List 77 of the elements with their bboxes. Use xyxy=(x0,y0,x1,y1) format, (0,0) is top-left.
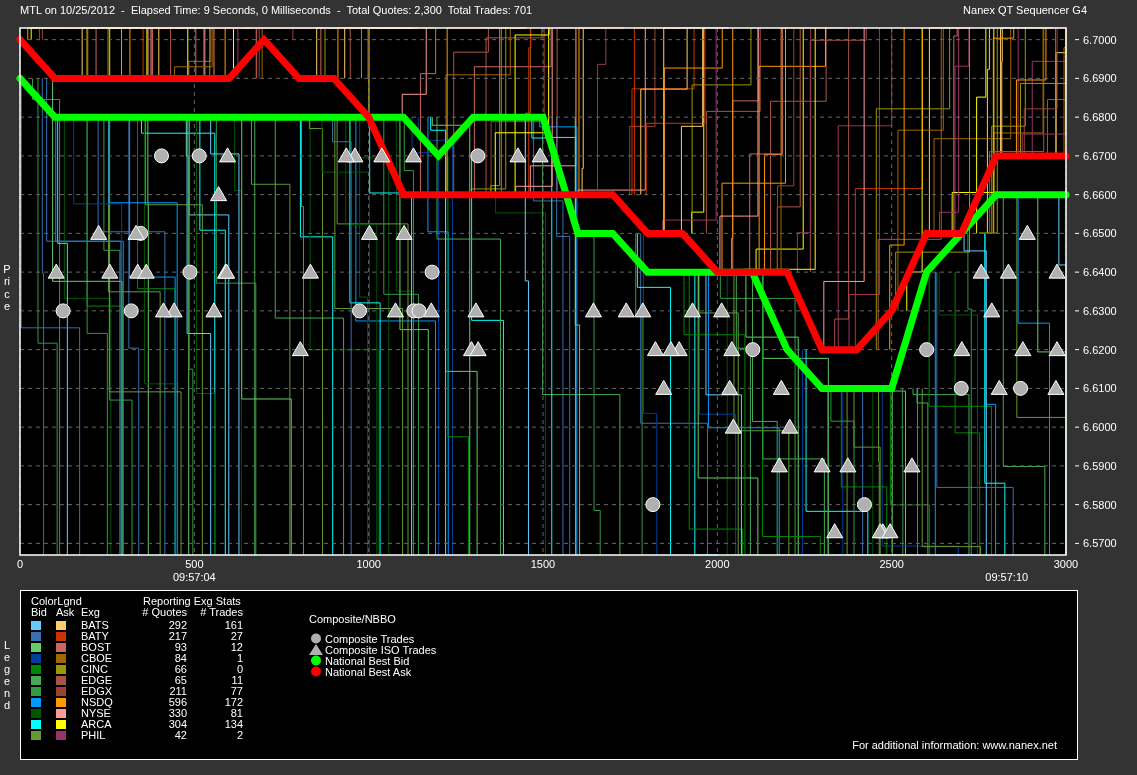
x-tick-label: 2500 xyxy=(879,558,904,570)
exchange-name: BATS xyxy=(81,620,110,631)
exchange-name: NSDQ xyxy=(81,697,114,708)
x-tick-label: 500 xyxy=(185,558,204,570)
dot-icon xyxy=(309,666,323,677)
y-tick-label: 6.6800 xyxy=(1083,111,1117,124)
y-tick-label: 6.6700 xyxy=(1083,149,1117,162)
trade-count: 172 xyxy=(223,697,244,708)
symbol-label: Composite Trades xyxy=(325,632,415,645)
symbol-label: National Best Ask xyxy=(325,665,412,678)
trade-count: 2 xyxy=(235,730,244,741)
dot-icon xyxy=(309,655,323,666)
column-header: Exg xyxy=(81,607,101,618)
exchange-name: ARCA xyxy=(81,719,113,730)
column-header: # Trades xyxy=(200,607,244,618)
y-tick-label: 6.6200 xyxy=(1083,343,1117,356)
y-tick-label: 6.6900 xyxy=(1083,72,1117,85)
symbol-label: Composite ISO Trades xyxy=(325,643,437,656)
exchange-name: BOST xyxy=(81,642,112,653)
y-tick-label: 6.6600 xyxy=(1083,188,1117,201)
quote-count: 211 xyxy=(168,686,188,697)
y-tick-label: 6.6500 xyxy=(1083,227,1117,240)
column-header: # Quotes xyxy=(141,607,187,618)
exchange-name: PHIL xyxy=(81,730,107,741)
quote-count: 93 xyxy=(173,642,188,653)
quote-count: 304 xyxy=(167,719,188,730)
legend-heading: ColorLgnd xyxy=(31,596,83,607)
circle-icon xyxy=(309,633,323,644)
exchange-name: CINC xyxy=(81,664,109,675)
quote-count: 42 xyxy=(173,730,188,741)
y-tick-label: 6.6100 xyxy=(1083,382,1117,395)
exchange-name: CBOE xyxy=(81,653,114,664)
trade-count: 12 xyxy=(229,642,244,653)
quote-count: 292 xyxy=(167,620,188,631)
y-tick-label: 6.6000 xyxy=(1083,421,1117,434)
trade-count: 77 xyxy=(229,686,244,697)
exchange-name: NYSE xyxy=(81,708,111,719)
trade-count: 0 xyxy=(235,664,244,675)
y-tick-label: 6.7000 xyxy=(1083,33,1117,46)
quote-count: 66 xyxy=(173,664,188,675)
footer-text: For additional information: www.nanex.net xyxy=(852,739,1057,751)
y-tick-label: 6.6400 xyxy=(1083,266,1117,279)
legend-label: Legend xyxy=(2,637,12,714)
y-tick-label: 6.5900 xyxy=(1083,459,1117,472)
column-header: Bid xyxy=(31,607,47,618)
trade-count: 134 xyxy=(223,719,244,730)
trade-count: 11 xyxy=(230,675,244,686)
quote-count: 217 xyxy=(167,631,188,642)
y-tick-label: 6.5700 xyxy=(1083,537,1117,550)
y-tick-label: 6.6300 xyxy=(1083,304,1117,317)
trade-count: 27 xyxy=(229,631,244,642)
x-tick-label: 2000 xyxy=(705,558,730,570)
quote-count: 330 xyxy=(167,708,188,719)
exchange-name: EDGX xyxy=(81,686,114,697)
trade-count: 81 xyxy=(229,708,244,719)
trade-count: 161 xyxy=(223,620,244,631)
exchange-name: BATY xyxy=(81,631,110,642)
column-header: Ask xyxy=(56,607,75,618)
x-tick-label: 0 xyxy=(16,558,24,570)
symbol-label: National Best Bid xyxy=(325,654,410,667)
legend-heading: Composite/NBBO xyxy=(309,613,397,625)
quote-count: 84 xyxy=(173,653,188,664)
time-label: 09:57:10 xyxy=(985,571,1029,583)
chart-title: MTL on 10/25/2012 - Elapsed Time: 9 Seconds, 0 Milliseconds - Total Quotes: 2,300 Total Trades: 701 xyxy=(20,4,533,18)
quote-count: 65 xyxy=(173,675,188,686)
x-tick-label: 1000 xyxy=(356,558,381,570)
triangle-icon xyxy=(309,644,323,655)
time-label: 09:57:04 xyxy=(172,571,216,583)
axis-label: Price xyxy=(2,262,12,314)
x-tick-label: 3000 xyxy=(1053,558,1079,570)
exchange-name: EDGE xyxy=(81,675,114,686)
y-tick-label: 6.5800 xyxy=(1083,498,1117,511)
app-name: Nanex QT Sequencer G4 xyxy=(963,4,1087,18)
quote-count: 596 xyxy=(167,697,188,708)
trade-count: 1 xyxy=(235,653,244,664)
legend-heading: Reporting Exg Stats xyxy=(143,596,241,607)
x-tick-label: 1500 xyxy=(530,558,556,570)
